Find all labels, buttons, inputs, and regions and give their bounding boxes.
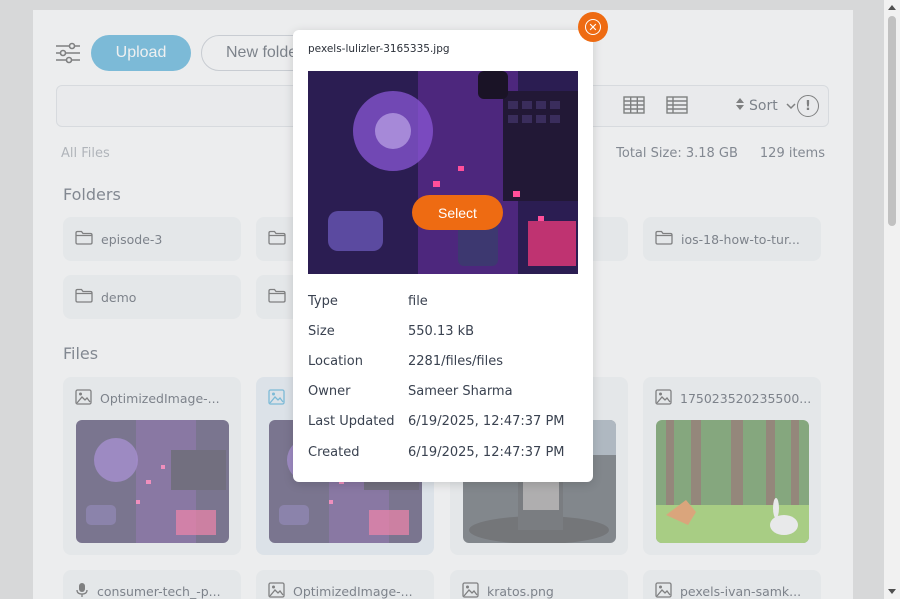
close-icon: ✕ [585, 19, 601, 35]
detail-row-created: Created 6/19/2025, 12:47:37 PM [308, 437, 565, 467]
modal-image-preview: Select [308, 71, 578, 274]
detail-row-last-updated: Last Updated 6/19/2025, 12:47:37 PM [308, 407, 565, 437]
detail-value: 6/19/2025, 12:47:37 PM [408, 414, 565, 430]
file-details-modal: pexels-lulizler-3165335.jpg Select Type f… [293, 30, 593, 482]
detail-key: Created [308, 444, 360, 460]
scroll-up-arrow-icon[interactable] [888, 5, 896, 10]
scrollbar-thumb[interactable] [888, 16, 896, 226]
close-modal-button[interactable]: ✕ [578, 12, 608, 42]
detail-key: Type [308, 293, 338, 309]
scroll-down-arrow-icon[interactable] [888, 589, 896, 594]
detail-row-location: Location 2281/files/files [308, 346, 565, 376]
page-scrollbar[interactable] [884, 0, 900, 599]
detail-key: Last Updated [308, 414, 395, 430]
select-button[interactable]: Select [412, 195, 503, 230]
modal-filename: pexels-lulizler-3165335.jpg [308, 43, 450, 55]
detail-key: Size [308, 323, 335, 339]
detail-value: file [408, 293, 428, 309]
detail-row-owner: Owner Sameer Sharma [308, 377, 565, 407]
detail-value: 550.13 kB [408, 323, 475, 339]
detail-value: Sameer Sharma [408, 384, 513, 400]
file-details-list: Type file Size 550.13 kB Location 2281/file… [308, 286, 565, 467]
detail-key: Owner [308, 384, 351, 400]
detail-value: 6/19/2025, 12:47:37 PM [408, 444, 565, 460]
detail-row-type: Type file [308, 286, 565, 316]
detail-key: Location [308, 353, 363, 369]
detail-value: 2281/files/files [408, 353, 503, 369]
detail-row-size: Size 550.13 kB [308, 316, 565, 346]
